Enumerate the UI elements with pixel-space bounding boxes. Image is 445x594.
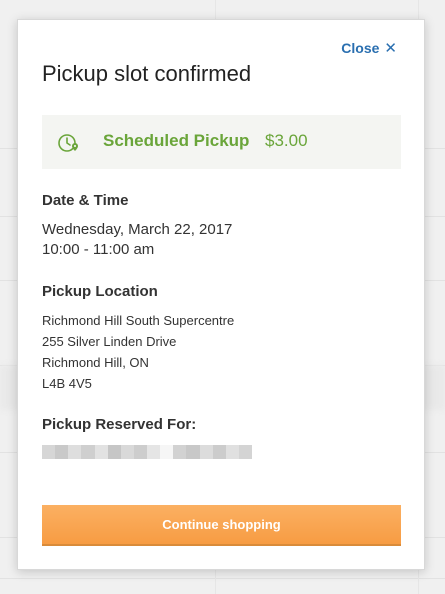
location-heading: Pickup Location <box>42 283 158 300</box>
pickup-confirmation-dialog: Close ✕ Pickup slot confirmed Scheduled … <box>17 19 425 570</box>
bg-divider <box>0 578 445 579</box>
location-line: Richmond Hill South Supercentre <box>42 313 235 328</box>
pickup-type-label: Scheduled Pickup <box>103 131 250 150</box>
location-line: L4B 4V5 <box>42 376 92 391</box>
pickup-date: Wednesday, March 22, 2017 <box>42 221 233 238</box>
reserved-heading: Pickup Reserved For: <box>42 416 197 433</box>
dialog-title: Pickup slot confirmed <box>42 61 252 86</box>
pickup-summary: Scheduled Pickup $3.00 <box>42 115 401 169</box>
redacted-name <box>42 445 252 459</box>
location-line: 255 Silver Linden Drive <box>42 334 177 349</box>
continue-shopping-button[interactable]: Continue shopping <box>42 505 401 546</box>
close-label: Close <box>341 40 380 56</box>
pickup-price: $3.00 <box>265 131 308 150</box>
close-icon: ✕ <box>384 39 397 57</box>
clock-location-icon <box>58 134 78 152</box>
location-line: Richmond Hill, ON <box>42 355 149 370</box>
datetime-heading: Date & Time <box>42 192 129 209</box>
close-button[interactable]: Close ✕ <box>341 40 397 56</box>
pickup-time: 10:00 - 11:00 am <box>42 241 155 258</box>
